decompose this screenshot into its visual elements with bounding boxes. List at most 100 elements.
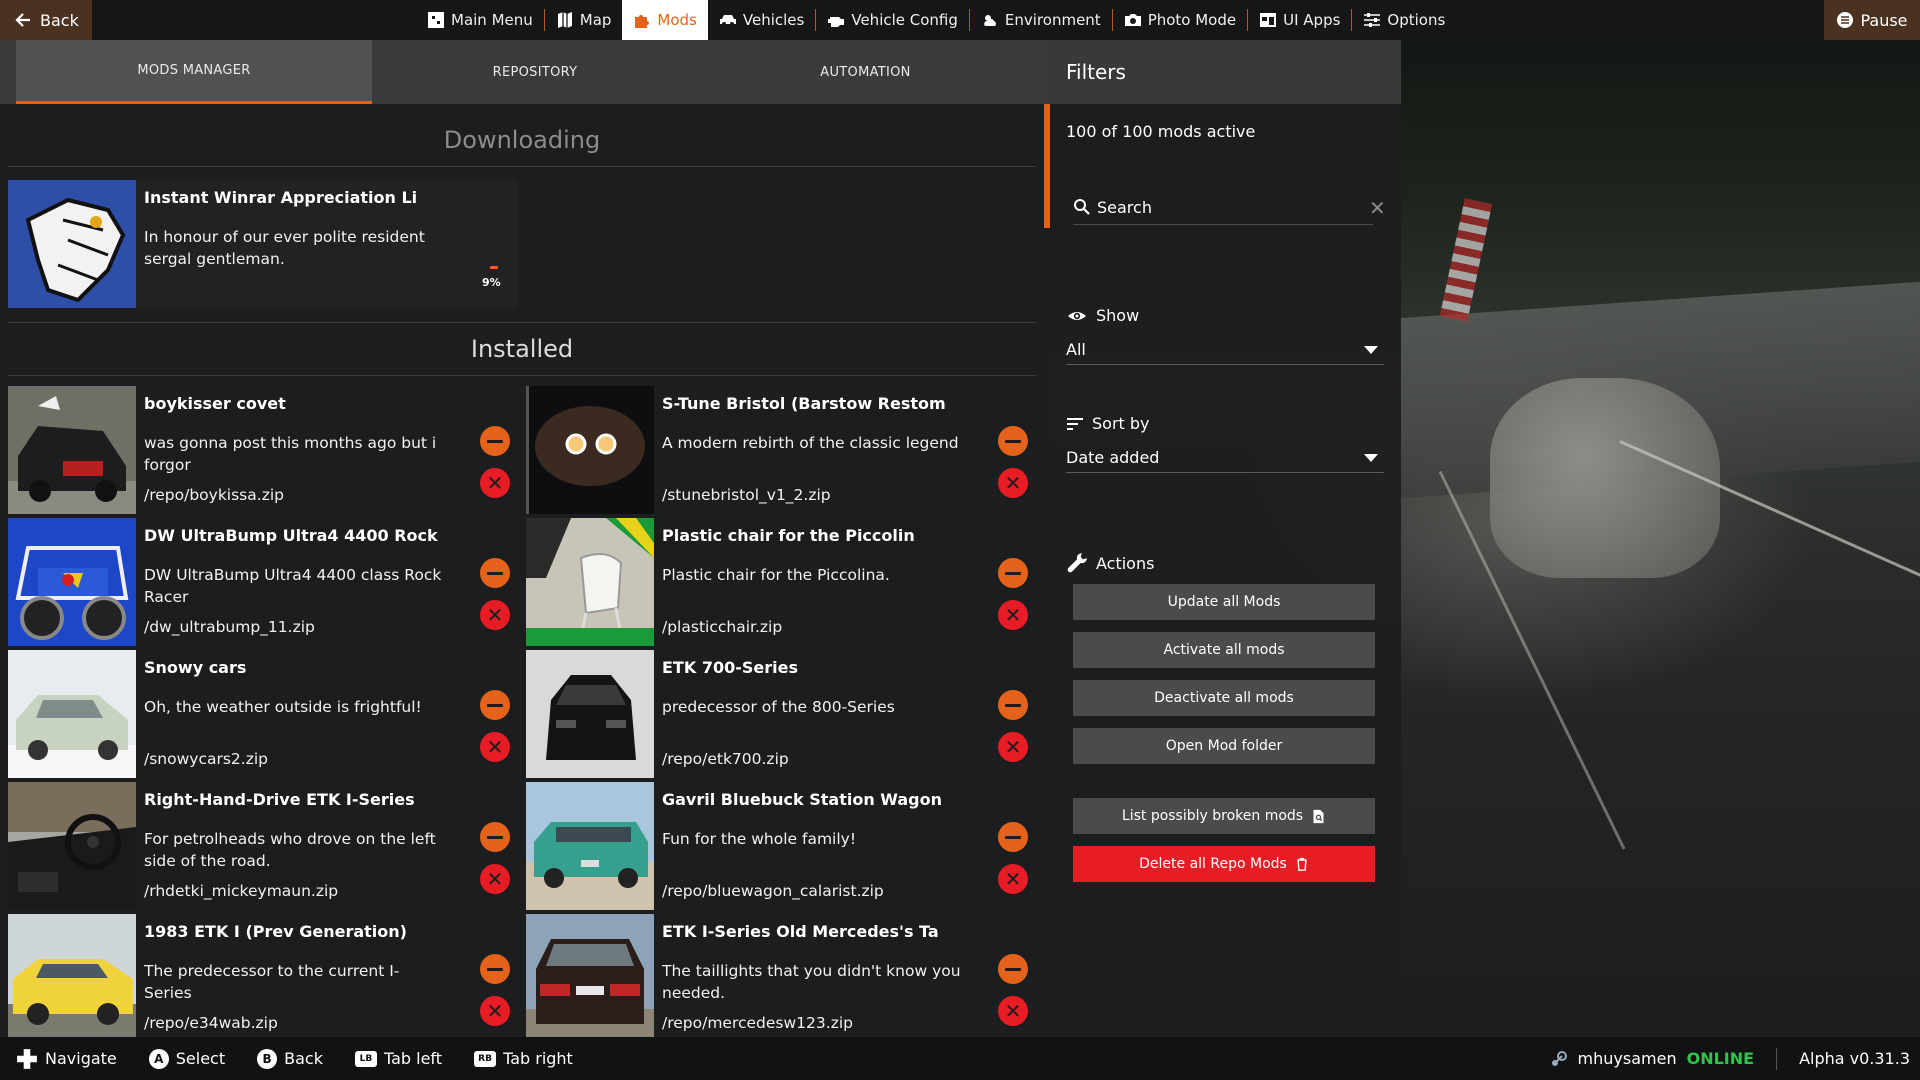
mod-card[interactable]: Right-Hand-Drive ETK I-Series For petrol…	[8, 782, 518, 910]
game-version: Alpha v0.31.3	[1799, 1049, 1910, 1068]
update-all-mods-button[interactable]: Update all Mods	[1073, 584, 1375, 620]
deactivate-mod-button[interactable]	[998, 822, 1028, 852]
nav-environment[interactable]: Environment	[970, 0, 1112, 40]
car-icon	[719, 15, 736, 26]
mod-thumbnail	[8, 650, 136, 778]
delete-mod-button[interactable]: ✕	[480, 468, 510, 498]
back-button[interactable]: Back	[0, 0, 92, 40]
nav-mods[interactable]: Mods	[622, 0, 708, 40]
clear-search-icon[interactable]: ✕	[1369, 196, 1386, 220]
mod-description: A modern rebirth of the classic legend	[662, 434, 959, 452]
delete-mod-button[interactable]: ✕	[480, 996, 510, 1026]
nav-vehicle-config[interactable]: Vehicle Config	[816, 0, 969, 40]
mod-card[interactable]: Gavril Bluebuck Station Wagon Fun for th…	[526, 782, 1036, 910]
filters-panel: Filters 100 of 100 mods active ✕ Show Al…	[1044, 40, 1401, 1037]
deactivate-mod-button[interactable]	[480, 822, 510, 852]
close-x-icon: ✕	[1004, 999, 1022, 1023]
sort-by-label: Sort by	[1066, 414, 1150, 433]
delete-all-repo-mods-button[interactable]: Delete all Repo Mods	[1073, 846, 1375, 882]
show-filter-value: All	[1066, 339, 1086, 359]
nav-options[interactable]: Options	[1352, 0, 1456, 40]
close-x-icon: ✕	[486, 867, 504, 891]
mod-description: DW UltraBump Ultra4 4400 class Rock Race…	[144, 566, 442, 606]
pause-button[interactable]: Pause	[1824, 0, 1920, 40]
mod-description: For petrolheads who drove on the left si…	[144, 830, 436, 870]
list-broken-mods-button[interactable]: List possibly broken mods	[1073, 798, 1375, 834]
nav-ui-apps-label: UI Apps	[1283, 11, 1341, 29]
nav-main-menu[interactable]: Main Menu	[416, 0, 544, 40]
deactivate-mod-button[interactable]	[998, 690, 1028, 720]
mod-thumbnail	[526, 518, 654, 646]
mod-title: ETK 700-Series	[662, 658, 798, 677]
mod-card[interactable]: DW UltraBump Ultra4 4400 Rock DW UltraBu…	[8, 518, 518, 646]
deactivate-mod-button[interactable]	[480, 954, 510, 984]
mod-card[interactable]: 1983 ETK I (Prev Generation) The predece…	[8, 914, 518, 1042]
mod-card[interactable]: Snowy cars Oh, the weather outside is fr…	[8, 650, 518, 778]
activate-all-mods-button[interactable]: Activate all mods	[1073, 632, 1375, 668]
map-icon	[557, 12, 572, 28]
main-menu-icon	[428, 12, 444, 28]
mod-card[interactable]: ETK I-Series Old Mercedes's Ta The taill…	[526, 914, 1036, 1042]
deactivate-mod-button[interactable]	[998, 954, 1028, 984]
pause-label: Pause	[1860, 10, 1908, 30]
show-filter-label: Show	[1066, 306, 1139, 325]
deactivate-mod-button[interactable]	[480, 690, 510, 720]
mod-thumbnail	[8, 386, 136, 514]
main-nav: Main Menu Map Mods Vehicles Vehicle Conf…	[416, 0, 1456, 40]
tab-automation[interactable]: AUTOMATION	[698, 40, 1033, 104]
delete-mod-button[interactable]: ✕	[480, 600, 510, 630]
deactivate-all-mods-label: Deactivate all mods	[1154, 690, 1294, 706]
nav-vehicles-label: Vehicles	[742, 11, 805, 29]
delete-mod-button[interactable]: ✕	[998, 600, 1028, 630]
show-filter-select[interactable]: All	[1066, 334, 1384, 365]
puzzle-icon	[635, 15, 650, 28]
mod-card[interactable]: ETK 700-Series predecessor of the 800-Se…	[526, 650, 1036, 778]
search-box[interactable]: ✕	[1073, 190, 1386, 225]
actions-label-text: Actions	[1096, 553, 1155, 573]
mod-title: Instant Winrar Appreciation Li	[144, 188, 418, 207]
delete-mod-button[interactable]: ✕	[998, 732, 1028, 762]
delete-mod-button[interactable]: ✕	[998, 864, 1028, 894]
mod-description: Oh, the weather outside is frightful!	[144, 698, 422, 716]
delete-mod-button[interactable]: ✕	[480, 864, 510, 894]
mod-card[interactable]: boykisser covet was gonna post this mont…	[8, 386, 518, 514]
hint-navigate-label: Navigate	[45, 1049, 117, 1068]
mod-file-path: /repo/e34wab.zip	[144, 1014, 278, 1032]
mod-card[interactable]: S-Tune Bristol (Barstow Restom A modern …	[526, 386, 1036, 514]
delete-mod-button[interactable]: ✕	[480, 732, 510, 762]
sliders-icon	[1364, 13, 1381, 27]
tab-mods-manager[interactable]: MODS MANAGER	[16, 40, 372, 104]
downloading-mod-card[interactable]: Instant Winrar Appreciation Li In honour…	[8, 180, 518, 308]
user-status-area: mhuysamen ONLINE Alpha v0.31.3	[1550, 1037, 1910, 1080]
camera-icon	[1124, 14, 1141, 26]
nav-mods-label: Mods	[657, 11, 697, 29]
open-mod-folder-button[interactable]: Open Mod folder	[1073, 728, 1375, 764]
deactivate-mod-button[interactable]	[480, 558, 510, 588]
open-mod-folder-label: Open Mod folder	[1165, 738, 1283, 754]
back-label: Back	[40, 10, 79, 30]
mod-title: S-Tune Bristol (Barstow Restom	[662, 394, 946, 413]
close-x-icon: ✕	[1004, 867, 1022, 891]
delete-mod-button[interactable]: ✕	[998, 468, 1028, 498]
deactivate-all-mods-button[interactable]: Deactivate all mods	[1073, 680, 1375, 716]
mod-file-path: /stunebristol_v1_2.zip	[662, 486, 831, 504]
nav-vehicles[interactable]: Vehicles	[708, 0, 815, 40]
deactivate-mod-button[interactable]	[998, 426, 1028, 456]
deactivate-mod-button[interactable]	[480, 426, 510, 456]
delete-mod-button[interactable]: ✕	[998, 996, 1028, 1026]
tab-repository[interactable]: REPOSITORY	[372, 40, 698, 104]
sort-by-select[interactable]: Date added	[1066, 442, 1384, 473]
deactivate-mod-button[interactable]	[998, 558, 1028, 588]
b-button-icon: B	[257, 1048, 278, 1069]
nav-photo-mode[interactable]: Photo Mode	[1113, 0, 1247, 40]
mod-title: Snowy cars	[144, 658, 247, 677]
nav-map[interactable]: Map	[545, 0, 623, 40]
sort-label-text: Sort by	[1092, 414, 1150, 433]
mod-file-path: /snowycars2.zip	[144, 750, 268, 768]
close-x-icon: ✕	[486, 735, 504, 759]
mod-title: Gavril Bluebuck Station Wagon	[662, 790, 943, 809]
search-input[interactable]	[1095, 196, 1319, 218]
nav-ui-apps[interactable]: UI Apps	[1248, 0, 1351, 40]
mod-card[interactable]: Plastic chair for the Piccolin Plastic c…	[526, 518, 1036, 646]
mod-file-path: /repo/etk700.zip	[662, 750, 789, 768]
